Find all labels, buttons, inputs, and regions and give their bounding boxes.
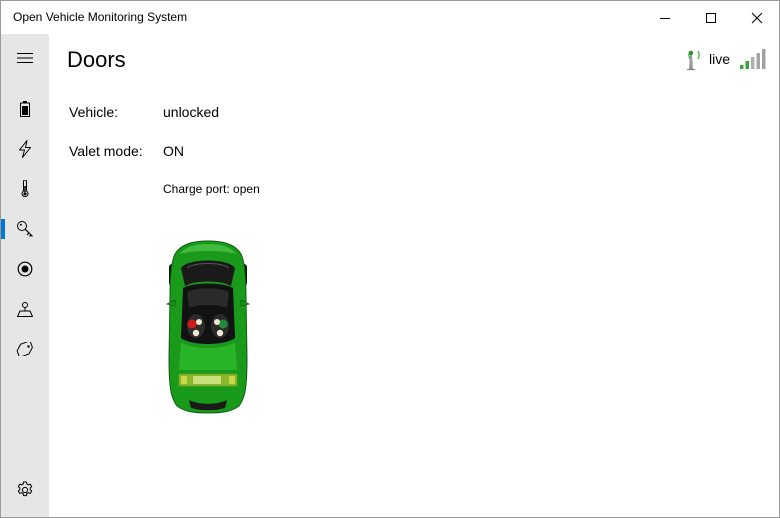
nav-item-charging[interactable]	[1, 129, 49, 169]
car-top-view-image	[165, 240, 251, 414]
main-content: Doors live Vehicle: unlocked Valet mode:…	[49, 34, 779, 517]
nav-item-tags[interactable]	[1, 329, 49, 369]
app-window: Open Vehicle Monitoring System Doors liv…	[0, 0, 780, 518]
window-title: Open Vehicle Monitoring System	[13, 10, 188, 24]
nav-item-location[interactable]	[1, 289, 49, 329]
vehicle-lock-value: unlocked	[163, 104, 220, 120]
charge-port-status: Charge port: open	[163, 182, 260, 196]
thermometer-icon	[21, 180, 29, 198]
page-title: Doors	[67, 47, 126, 72]
signal-strength-icon	[740, 49, 766, 69]
nav-item-tpms[interactable]	[1, 249, 49, 289]
status-text: live	[708, 51, 730, 67]
nav-item-doors[interactable]	[1, 209, 49, 249]
maximize-icon	[706, 12, 716, 23]
battery-icon	[20, 101, 30, 117]
minimize-button[interactable]	[642, 1, 688, 34]
nav-item-temperature[interactable]	[1, 169, 49, 209]
hamburger-icon	[17, 53, 33, 63]
gear-icon	[17, 481, 33, 497]
lightning-icon	[19, 140, 31, 158]
nav-menu-button[interactable]	[1, 38, 49, 78]
close-button[interactable]	[734, 1, 780, 34]
maximize-button[interactable]	[688, 1, 734, 34]
valet-mode-value: ON	[163, 143, 184, 159]
nav-item-battery[interactable]	[1, 89, 49, 129]
settings-button[interactable]	[1, 470, 49, 510]
minimize-icon	[660, 17, 670, 19]
tag-icon	[16, 342, 33, 356]
valet-mode-label: Valet mode:	[69, 143, 143, 159]
tire-icon	[17, 261, 33, 277]
title-bar[interactable]: Open Vehicle Monitoring System	[1, 1, 779, 34]
close-icon	[751, 12, 763, 23]
antenna-icon	[686, 50, 700, 70]
charge-port-value: open	[233, 182, 260, 196]
nav-pane	[1, 34, 49, 517]
vehicle-label: Vehicle:	[69, 104, 119, 120]
key-icon	[17, 221, 33, 237]
charge-port-label: Charge port:	[163, 182, 230, 196]
selection-indicator	[1, 219, 5, 239]
location-pin-icon	[17, 302, 33, 317]
connection-status: live	[681, 47, 767, 71]
